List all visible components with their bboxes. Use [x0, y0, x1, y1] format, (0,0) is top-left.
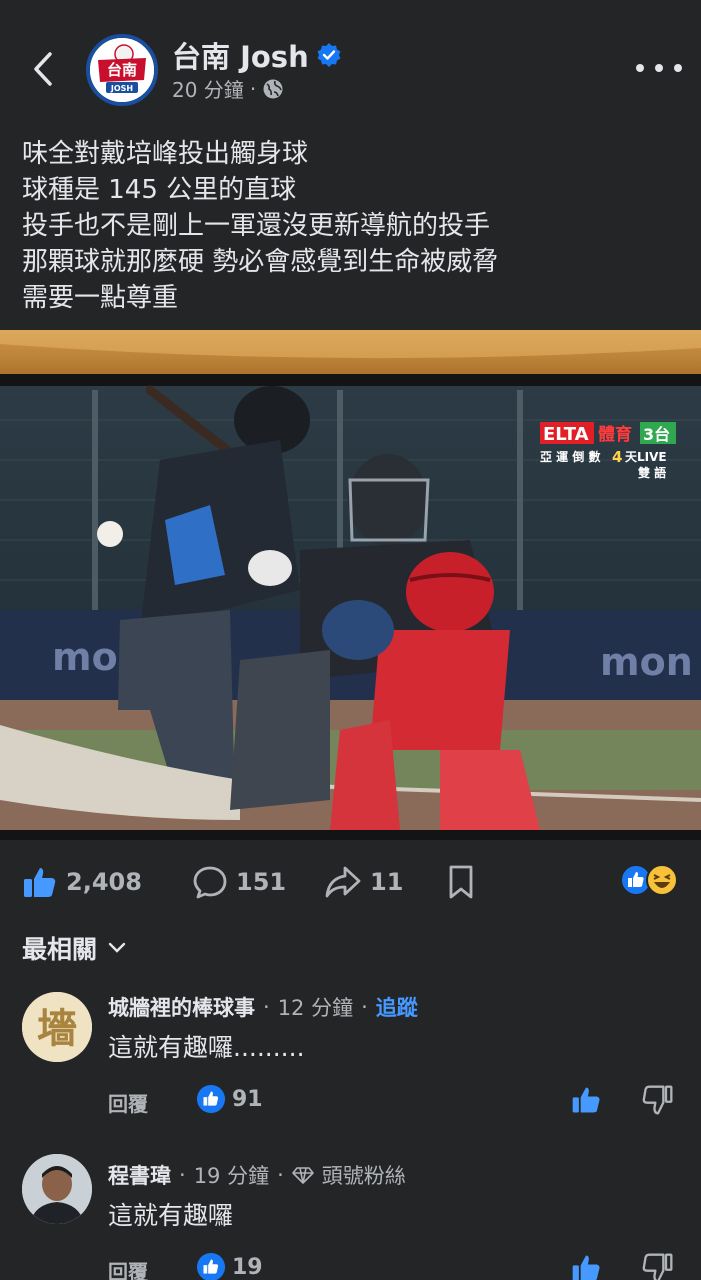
comment-time[interactable]: 19 分鐘: [194, 1160, 269, 1190]
calligraphy-avatar: 墻: [22, 992, 92, 1062]
bilingual-label: 雙 語: [638, 465, 666, 480]
logo-text-line2: JOSH: [110, 84, 133, 93]
chevron-down-icon: [108, 942, 126, 953]
more-dot: [636, 64, 644, 72]
like-reaction-icon: [196, 1252, 226, 1280]
comment-icon: [193, 866, 227, 899]
back-button[interactable]: [24, 46, 64, 92]
comment-actions: 回覆 91: [108, 1084, 688, 1120]
comment-header: 城牆裡的棒球事 · 12 分鐘 · 追蹤: [108, 992, 418, 1022]
more-options-button[interactable]: [636, 56, 682, 80]
separator: ·: [179, 1163, 186, 1187]
haha-reaction-icon: [646, 864, 678, 896]
sort-label: 最相關: [22, 935, 98, 964]
diamond-icon: [291, 1167, 314, 1184]
more-dot: [674, 64, 682, 72]
like-icon: [24, 868, 56, 897]
meta-separator: ·: [249, 76, 257, 101]
save-button[interactable]: [446, 864, 476, 900]
commenter-avatar[interactable]: [22, 1154, 92, 1224]
share-icon: [325, 866, 361, 898]
commenter-name[interactable]: 城牆裡的棒球事: [108, 992, 255, 1022]
reply-button[interactable]: 回覆: [108, 1256, 148, 1280]
globe-icon: [263, 79, 283, 98]
comment-sort-dropdown[interactable]: 最相關: [22, 930, 127, 966]
separator: ·: [361, 995, 368, 1019]
like-reaction-icon: [196, 1084, 226, 1114]
separator: ·: [277, 1163, 284, 1187]
post-stats-bar: 2,408 151 11: [0, 850, 701, 914]
like-button[interactable]: 2,408: [22, 864, 142, 900]
comment-header: 程書瑋 · 19 分鐘 · 頭號粉絲: [108, 1160, 406, 1190]
broadcast-channel: 3台: [643, 425, 670, 444]
broadcast-sub: 體育: [598, 424, 632, 445]
comment-reaction-count[interactable]: 19: [196, 1252, 263, 1280]
comment-text: 這就有趣囉.........: [108, 1033, 305, 1062]
post-meta: 20 分鐘 ·: [172, 74, 284, 103]
more-dot: [655, 64, 663, 72]
post-photo[interactable]: mo mon ELTA 體育 3台 亞 運 倒 數 4 天LIVE 雙 語: [0, 330, 701, 840]
logo-text-line1: 台南: [107, 61, 137, 79]
comment-like-count: 91: [232, 1086, 263, 1112]
post-text-line: 那顆球就那麼硬 勢必會感覺到生命被威脅: [22, 247, 499, 277]
avatar-glyph: 墻: [37, 1005, 77, 1052]
post-time[interactable]: 20 分鐘: [172, 74, 244, 103]
page-name[interactable]: 台南 Josh: [172, 34, 309, 76]
sponsor-right: mon: [600, 640, 693, 684]
reaction-summary[interactable]: [620, 864, 678, 896]
commenter-avatar[interactable]: 墻: [22, 992, 92, 1062]
top-fan-badge: 頭號粉絲: [321, 1164, 406, 1188]
countdown-days: 4: [612, 448, 622, 466]
sponsor-left: mo: [52, 635, 118, 679]
verified-badge-icon: [317, 43, 341, 67]
bookmark-icon: [449, 865, 473, 899]
broadcast-logo: ELTA: [543, 424, 589, 445]
like-count: 2,408: [66, 868, 142, 896]
comment-time[interactable]: 12 分鐘: [278, 992, 353, 1022]
countdown-label: 亞 運 倒 數: [540, 449, 601, 464]
user-photo-avatar: [22, 1154, 92, 1224]
share-button[interactable]: 11: [324, 864, 403, 900]
comment-count: 151: [236, 868, 287, 896]
share-count: 11: [370, 868, 404, 896]
post-text: 味全對戴培峰投出觸身球 球種是 145 公里的直球 投手也不是剛上一軍還沒更新導…: [22, 136, 682, 316]
upvote-icon[interactable]: [570, 1084, 602, 1116]
downvote-icon[interactable]: [642, 1252, 674, 1280]
upvote-icon[interactable]: [570, 1252, 602, 1280]
commenter-name[interactable]: 程書瑋: [108, 1160, 171, 1190]
post-header: 台南 JOSH 台南 Josh 20 分鐘 ·: [0, 0, 701, 130]
reply-button[interactable]: 回覆: [108, 1088, 148, 1117]
downvote-icon[interactable]: [642, 1084, 674, 1116]
page-avatar[interactable]: 台南 JOSH: [86, 34, 158, 106]
post-text-line: 投手也不是剛上一軍還沒更新導航的投手: [22, 211, 491, 241]
follow-button[interactable]: 追蹤: [376, 992, 418, 1022]
baseball-tv-screen-photo: mo mon ELTA 體育 3台 亞 運 倒 數 4 天LIVE 雙 語: [0, 330, 701, 840]
comment-reaction-count[interactable]: 91: [196, 1084, 263, 1114]
team-logo: 台南 JOSH: [90, 38, 154, 102]
comment-like-count: 19: [232, 1254, 263, 1280]
comment-text: 這就有趣囉: [108, 1201, 234, 1230]
post-text-line: 味全對戴培峰投出觸身球: [22, 139, 309, 169]
separator: ·: [263, 995, 270, 1019]
comment-actions: 回覆 19: [108, 1252, 688, 1280]
post-text-line: 球種是 145 公里的直球: [22, 175, 297, 205]
comment-button[interactable]: 151: [192, 864, 286, 900]
chevron-left-icon: [34, 52, 52, 86]
post-text-line: 需要一點尊重: [22, 283, 179, 313]
countdown-live: 天LIVE: [625, 450, 667, 464]
